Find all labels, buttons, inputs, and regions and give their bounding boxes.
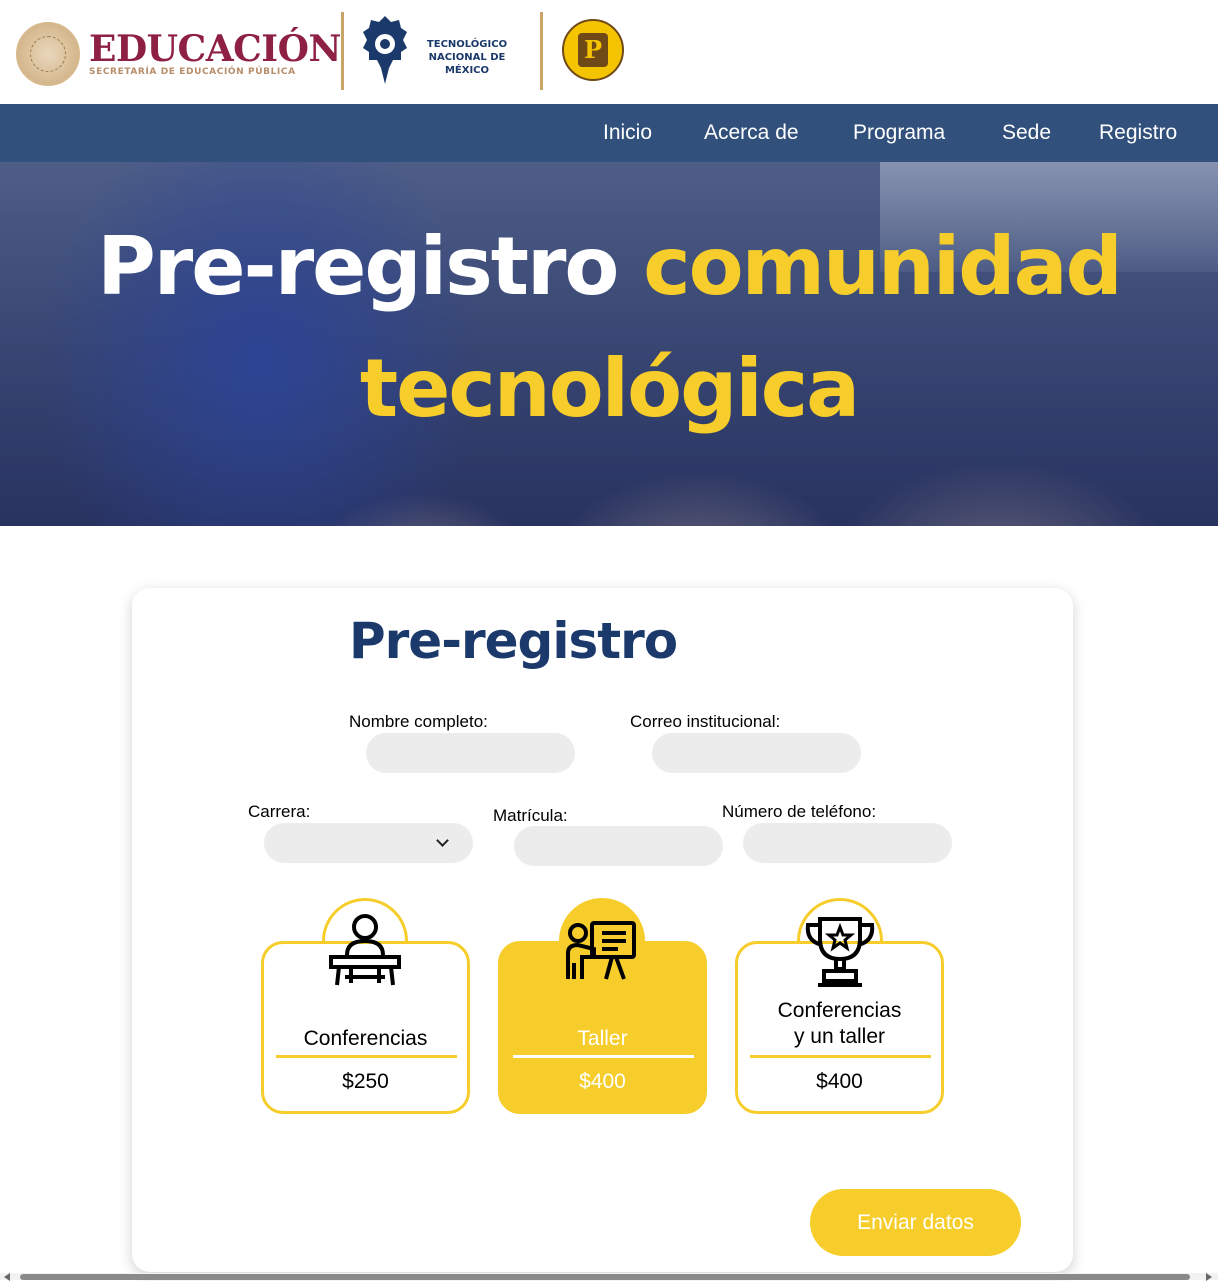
carrera-label: Carrera: [248,802,311,821]
site-header: EDUCACIÓN SECRETARÍA DE EDUCACIÓN PÚBLIC… [0,0,1218,104]
mexico-coat-of-arms-logo [16,22,80,86]
telefono-input[interactable] [743,823,952,863]
option-divider [276,1055,457,1058]
nav-item-programa[interactable]: Programa [853,121,945,145]
itp-institute-logo: P [562,19,624,81]
nav-item-acerca-de[interactable]: Acerca de [704,121,799,145]
option-name-line1: Conferencias [777,999,902,1022]
sep-logo-title: EDUCACIÓN [89,28,341,70]
tecnm-logo-text: TECNOLÓGICO NACIONAL DE MÉXICO [414,38,520,77]
hero-title-yellow: comunidad [643,220,1123,313]
carrera-select[interactable] [264,823,473,863]
nav-item-sede[interactable]: Sede [1002,121,1051,145]
option-price: $400 [579,1070,626,1093]
nav-item-inicio[interactable]: Inicio [603,121,652,145]
matricula-label: Matrícula: [493,806,568,825]
main-navigation: Inicio Acerca de Programa Sede Registro [0,104,1218,162]
matricula-input[interactable] [514,826,723,866]
option-price: $400 [816,1070,863,1093]
correo-label: Correo institucional: [630,712,781,731]
option-name: Taller [577,1027,628,1050]
horizontal-scrollbar-thumb[interactable] [20,1274,1190,1280]
nav-item-registro[interactable]: Registro [1099,121,1177,145]
telefono-label: Número de teléfono: [722,802,877,821]
submit-button[interactable]: Enviar datos [810,1189,1021,1256]
presentation-board-icon [566,921,636,980]
correo-input[interactable] [652,733,861,773]
nombre-label: Nombre completo: [349,712,488,731]
form-title: Pre-registro [349,612,678,670]
hero-banner: Pre-registro comunidad tecnológica [0,162,1218,526]
option-price: $250 [342,1070,389,1093]
option-name: Conferencias [303,1027,428,1050]
option-divider [750,1055,931,1058]
tecnm-line1: TECNOLÓGICO [426,39,508,50]
registration-card: Pre-registro Nombre completo: Correo ins… [132,588,1073,1272]
option-name-line2: y un taller [793,1025,886,1048]
option-divider [513,1055,694,1058]
nombre-input[interactable] [366,733,575,773]
itp-logo-letter: P [578,33,608,67]
hero-title-white: Pre-registro [97,220,619,313]
option-name: Conferencias y un taller [738,998,941,1050]
trophy-icon [805,917,875,987]
lectern-speaker-icon [329,914,401,986]
hero-title-line1: Pre-registro comunidad [0,220,1218,313]
logo-divider [341,12,344,90]
logo-divider [540,12,543,90]
hero-title-line2: tecnológica [359,342,860,435]
chevron-down-icon [436,834,449,847]
tecnm-logo-icon [363,16,407,84]
sep-logo-subtitle: SECRETARÍA DE EDUCACIÓN PÚBLICA [89,67,296,77]
tecnm-line2: NACIONAL DE MÉXICO [428,52,506,76]
